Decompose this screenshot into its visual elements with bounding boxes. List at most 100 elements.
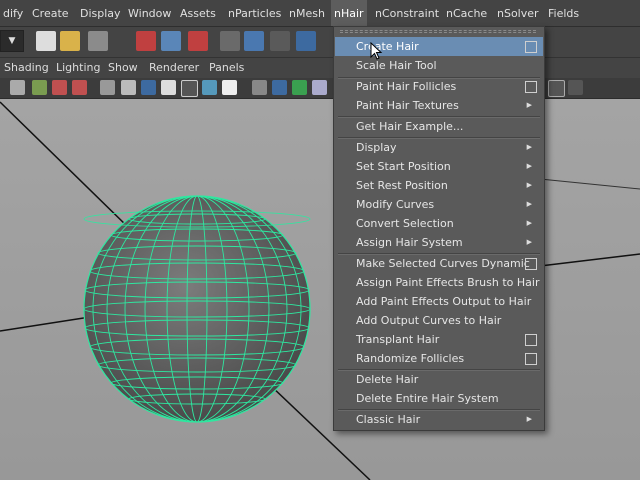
panel-menu-show[interactable]: Show (108, 58, 138, 78)
subdiv-icon[interactable] (312, 80, 327, 95)
menu-item-randomize-follicles[interactable]: Randomize Follicles (335, 349, 543, 368)
menu-nhair[interactable]: nHair (331, 0, 367, 26)
menu-item-paint-hair-follicles[interactable]: Paint Hair Follicles (335, 77, 543, 96)
menu-item-delete-hair[interactable]: Delete Hair (335, 370, 543, 389)
menu-item-label: Create Hair (356, 40, 419, 53)
menu-item-get-hair-example[interactable]: Get Hair Example... (335, 117, 543, 136)
menu-create[interactable]: Create (29, 0, 72, 26)
menu-item-label: Randomize Follicles (356, 352, 465, 365)
menu-item-label: Assign Paint Effects Brush to Hair (356, 276, 540, 289)
menu-item-add-paint-effects-output[interactable]: Add Paint Effects Output to Hair (335, 292, 543, 311)
menu-fields[interactable]: Fields (545, 0, 582, 26)
mouse-cursor-icon (370, 42, 383, 60)
isolate-icon[interactable] (252, 80, 267, 95)
menu-item-label: Transplant Hair (356, 333, 440, 346)
menu-item-set-rest-position[interactable]: Set Rest Position ▶ (335, 176, 543, 195)
menu-display[interactable]: Display (77, 0, 124, 26)
menu-item-assign-paint-effects-brush[interactable]: Assign Paint Effects Brush to Hair (335, 273, 543, 292)
snap-grid-icon[interactable] (220, 31, 240, 51)
menu-ncache[interactable]: nCache (443, 0, 490, 26)
cube-icon[interactable] (272, 80, 287, 95)
menu-item-label: Scale Hair Tool (356, 59, 437, 72)
menu-item-assign-hair-system[interactable]: Assign Hair System ▶ (335, 233, 543, 252)
bookmark-icon[interactable] (32, 80, 47, 95)
menu-item-label: Delete Entire Hair System (356, 392, 499, 405)
menu-set-dropdown[interactable]: ▼ (0, 30, 24, 52)
grid-axis-line (0, 316, 91, 332)
menu-item-label: Modify Curves (356, 198, 435, 211)
menu-nparticles[interactable]: nParticles (225, 0, 284, 26)
menu-assets[interactable]: Assets (177, 0, 219, 26)
snap-curve-icon[interactable] (244, 31, 264, 51)
option-box-icon[interactable] (525, 334, 537, 346)
option-box-icon[interactable] (525, 41, 537, 53)
submenu-arrow-icon: ▶ (526, 200, 532, 208)
select-object-icon[interactable] (161, 31, 181, 51)
select-hierarchy-icon[interactable] (136, 31, 156, 51)
menu-item-create-hair[interactable]: Create Hair (335, 37, 543, 56)
menu-item-label: Add Paint Effects Output to Hair (356, 295, 532, 308)
menu-item-label: Delete Hair (356, 373, 419, 386)
save-scene-icon[interactable] (88, 31, 108, 51)
menu-item-convert-selection[interactable]: Convert Selection ▶ (335, 214, 543, 233)
menu-window[interactable]: Window (125, 0, 174, 26)
grid-icon[interactable] (121, 80, 136, 95)
option-box-icon[interactable] (525, 81, 537, 93)
panel-menu-panels[interactable]: Panels (209, 58, 244, 78)
menu-nconstraint[interactable]: nConstraint (372, 0, 442, 26)
new-scene-icon[interactable] (36, 31, 56, 51)
xray-icon[interactable] (161, 80, 176, 95)
menu-item-paint-hair-textures[interactable]: Paint Hair Textures ▶ (335, 96, 543, 115)
open-scene-icon[interactable] (60, 31, 80, 51)
submenu-arrow-icon: ▶ (526, 238, 532, 246)
snap-view-icon[interactable] (296, 31, 316, 51)
submenu-arrow-icon: ▶ (526, 181, 532, 189)
camera-attributes-icon[interactable] (10, 80, 25, 95)
share-icon[interactable] (568, 80, 583, 95)
menu-item-delete-entire-hair-system[interactable]: Delete Entire Hair System (335, 389, 543, 408)
menu-item-display[interactable]: Display ▶ (335, 138, 543, 157)
menu-item-label: Paint Hair Follicles (356, 80, 457, 93)
menu-item-label: Add Output Curves to Hair (356, 314, 502, 327)
submenu-arrow-icon: ▶ (526, 101, 532, 109)
nhair-menu: Create Hair Scale Hair Tool Paint Hair F… (333, 26, 545, 431)
menu-item-make-selected-curves-dynamic[interactable]: Make Selected Curves Dynamic (335, 254, 543, 273)
submenu-arrow-icon: ▶ (526, 219, 532, 227)
smooth-shade-icon[interactable] (141, 80, 156, 95)
grease-pencil-icon[interactable] (72, 80, 87, 95)
text-icon[interactable] (222, 80, 237, 95)
menu-item-label: Classic Hair (356, 413, 421, 426)
submenu-arrow-icon: ▶ (526, 415, 532, 423)
snap-point-icon[interactable] (270, 31, 290, 51)
lights-icon[interactable] (181, 80, 198, 97)
panel-menu-renderer[interactable]: Renderer (149, 58, 199, 78)
panel-menu-lighting[interactable]: Lighting (56, 58, 100, 78)
menu-item-transplant-hair[interactable]: Transplant Hair (335, 330, 543, 349)
menu-item-set-start-position[interactable]: Set Start Position ▶ (335, 157, 543, 176)
option-box-icon[interactable] (525, 258, 537, 270)
menu-item-label: Convert Selection (356, 217, 454, 230)
option-box-icon[interactable] (525, 353, 537, 365)
wireframe-icon[interactable] (100, 80, 115, 95)
menu-item-label: Paint Hair Textures (356, 99, 459, 112)
tear-off-handle[interactable] (340, 30, 536, 33)
menu-nsolver[interactable]: nSolver (494, 0, 542, 26)
menu-item-add-output-curves[interactable]: Add Output Curves to Hair (335, 311, 543, 330)
menu-nmesh[interactable]: nMesh (286, 0, 328, 26)
menu-modify[interactable]: dify (0, 0, 26, 26)
image-plane-icon[interactable] (52, 80, 67, 95)
menu-item-label: Get Hair Example... (356, 120, 464, 133)
grid-line (539, 178, 640, 190)
panel-menu-shading[interactable]: Shading (4, 58, 49, 78)
menu-item-modify-curves[interactable]: Modify Curves ▶ (335, 195, 543, 214)
shadows-icon[interactable] (202, 80, 217, 95)
select-component-icon[interactable] (188, 31, 208, 51)
sphere-wireframe[interactable] (83, 195, 311, 423)
hud-icon[interactable] (292, 80, 307, 95)
submenu-arrow-icon: ▶ (526, 143, 532, 151)
submenu-arrow-icon: ▶ (526, 162, 532, 170)
menu-item-scale-hair-tool[interactable]: Scale Hair Tool (335, 56, 543, 75)
menu-item-label: Set Rest Position (356, 179, 448, 192)
layout-icon[interactable] (548, 80, 565, 97)
menu-item-classic-hair[interactable]: Classic Hair ▶ (335, 410, 543, 429)
